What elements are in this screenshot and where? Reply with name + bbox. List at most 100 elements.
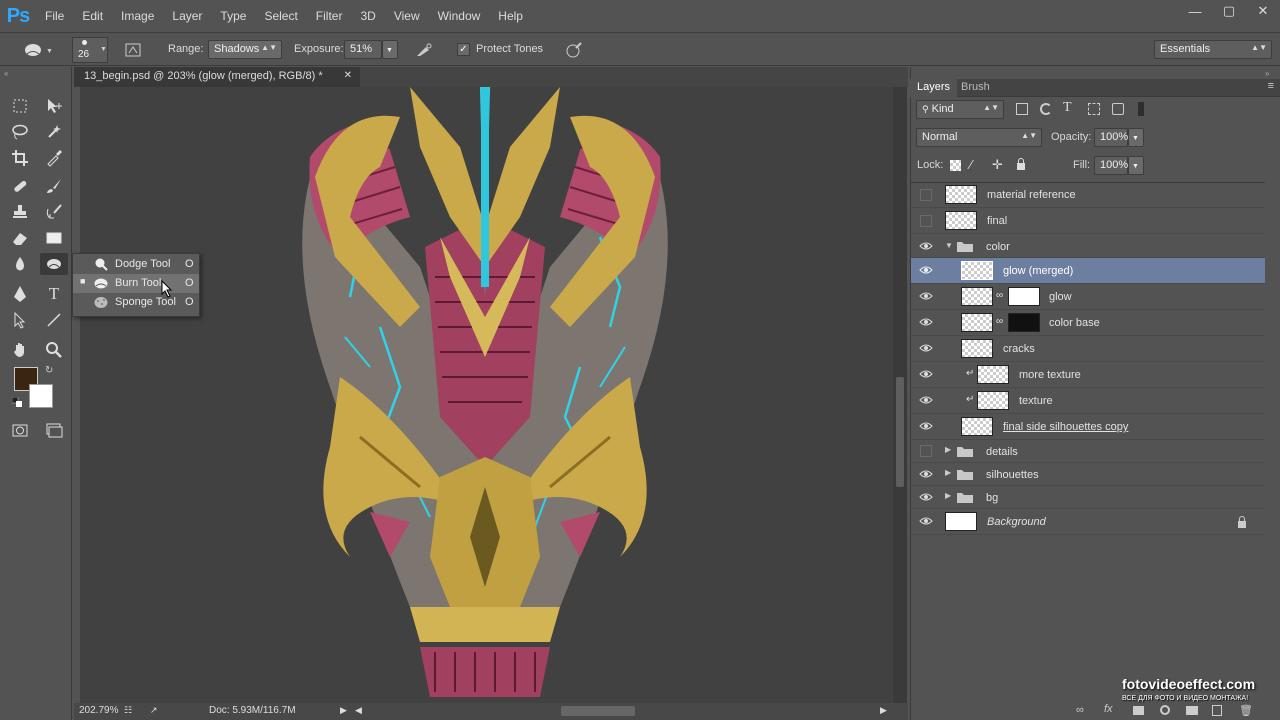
collapsed-triangle-icon[interactable]: ▶ xyxy=(945,468,955,478)
layer-material-reference[interactable]: material reference xyxy=(911,182,1265,208)
vertical-scrollbar[interactable] xyxy=(893,87,907,703)
clone-stamp-tool-icon[interactable] xyxy=(8,201,32,223)
background-color-swatch[interactable] xyxy=(29,384,53,408)
scroll-thumb[interactable] xyxy=(896,377,904,487)
layer-final-side-silhouettes-copy[interactable]: final side silhouettes copy xyxy=(911,414,1265,440)
add-mask-icon[interactable] xyxy=(1133,706,1144,715)
layer-color-base[interactable]: ∞ color base xyxy=(911,310,1265,336)
close-tab-icon[interactable]: ✕ xyxy=(344,70,352,81)
layer-group-bg[interactable]: ▶ bg xyxy=(911,486,1265,509)
layer-glow-merged[interactable]: glow (merged) xyxy=(911,258,1265,284)
mask-link-icon[interactable]: ∞ xyxy=(996,316,1003,327)
eye-icon[interactable] xyxy=(919,342,933,354)
flyout-item-burn-tool[interactable]: ■ Burn Tool O xyxy=(73,274,199,293)
visibility-off-box[interactable] xyxy=(920,189,932,201)
menu-edit[interactable]: Edit xyxy=(73,0,112,32)
lasso-tool-icon[interactable] xyxy=(8,121,32,143)
layer-texture[interactable]: ↵ texture xyxy=(911,388,1265,414)
healing-brush-tool-icon[interactable] xyxy=(8,175,32,197)
default-colors-icon[interactable] xyxy=(11,396,22,407)
layer-background[interactable]: Background xyxy=(911,509,1265,535)
line-tool-icon[interactable] xyxy=(42,309,66,331)
eraser-tool-icon[interactable] xyxy=(8,227,32,249)
menu-select[interactable]: Select xyxy=(255,0,306,32)
lock-transparent-icon[interactable] xyxy=(950,160,961,171)
quick-mask-icon[interactable] xyxy=(8,419,32,441)
new-group-icon[interactable] xyxy=(1186,706,1198,715)
exposure-slider-toggle[interactable]: ▼ xyxy=(382,40,398,59)
brush-tool-icon[interactable] xyxy=(42,175,66,197)
fx-icon[interactable]: fx xyxy=(1104,703,1113,715)
airbrush-icon[interactable] xyxy=(414,41,434,59)
type-tool-icon[interactable]: T xyxy=(42,283,66,305)
link-layers-icon[interactable]: ∞ xyxy=(1076,704,1084,716)
tool-preset-picker[interactable]: ▼ xyxy=(22,41,53,59)
new-layer-icon[interactable] xyxy=(1212,705,1222,716)
play-icon[interactable]: ▶ xyxy=(340,705,347,716)
lock-all-icon[interactable] xyxy=(1016,158,1026,170)
fill-slider-toggle[interactable]: ▼ xyxy=(1128,156,1144,175)
layer-group-details[interactable]: ▶ details xyxy=(911,440,1265,463)
menu-filter[interactable]: Filter xyxy=(307,0,352,32)
menu-view[interactable]: View xyxy=(385,0,429,32)
lock-pixels-brush-icon[interactable]: ∕ xyxy=(970,157,972,172)
collapse-arrows-icon[interactable]: « xyxy=(4,69,8,78)
pressure-size-icon[interactable] xyxy=(564,41,584,59)
eye-icon[interactable] xyxy=(919,491,933,503)
visibility-off-box[interactable] xyxy=(920,445,932,457)
hand-tool-icon[interactable] xyxy=(8,339,32,361)
eye-icon[interactable] xyxy=(919,290,933,302)
menu-3d[interactable]: 3D xyxy=(351,0,384,32)
layer-mask-thumbnail[interactable] xyxy=(1008,287,1040,306)
menu-file[interactable]: File xyxy=(36,0,73,32)
maximize-icon[interactable]: ▢ xyxy=(1212,0,1246,22)
expanded-triangle-icon[interactable]: ▼ xyxy=(945,241,955,251)
menu-image[interactable]: Image xyxy=(112,0,163,32)
scroll-left-icon[interactable]: ◀ xyxy=(355,705,362,716)
menu-type[interactable]: Type xyxy=(211,0,255,32)
eye-icon[interactable] xyxy=(919,515,933,527)
layer-cracks[interactable]: cracks xyxy=(911,336,1265,362)
eye-icon[interactable] xyxy=(919,264,933,276)
filter-toggle-icon[interactable] xyxy=(1138,102,1144,116)
horizontal-scroll-thumb[interactable] xyxy=(561,706,635,716)
layer-glow[interactable]: ∞ glow xyxy=(911,284,1265,310)
exposure-input[interactable]: 51% xyxy=(344,40,382,59)
gradient-tool-icon[interactable] xyxy=(42,227,66,249)
minimize-icon[interactable]: — xyxy=(1178,0,1212,22)
eye-icon[interactable] xyxy=(919,240,933,252)
export-icon[interactable]: ↗ xyxy=(150,705,158,716)
filter-smart-object-icon[interactable] xyxy=(1112,103,1124,115)
eyedropper-tool-icon[interactable] xyxy=(42,147,66,169)
opacity-slider-toggle[interactable]: ▼ xyxy=(1128,128,1144,147)
flyout-item-sponge-tool[interactable]: Sponge Tool O xyxy=(73,293,199,312)
close-icon[interactable]: ✕ xyxy=(1246,0,1280,22)
eye-icon[interactable] xyxy=(919,368,933,380)
zoom-tool-icon[interactable] xyxy=(42,339,66,361)
history-brush-tool-icon[interactable] xyxy=(42,201,66,223)
menu-help[interactable]: Help xyxy=(489,0,532,32)
share-icon[interactable]: ☷ xyxy=(124,705,132,716)
lock-position-icon[interactable]: ✛ xyxy=(992,157,1003,173)
brush-panel-toggle-icon[interactable] xyxy=(124,41,142,59)
quick-selection-tool-icon[interactable] xyxy=(42,121,66,143)
filter-adjustment-icon[interactable] xyxy=(1040,103,1052,115)
crop-tool-icon[interactable] xyxy=(8,147,32,169)
fill-input[interactable]: 100% xyxy=(1094,156,1128,175)
screen-mode-icon[interactable] xyxy=(42,419,66,441)
menu-layer[interactable]: Layer xyxy=(163,0,211,32)
protect-tones-checkbox[interactable]: ✓ xyxy=(457,43,470,56)
layer-group-color[interactable]: ▼ color xyxy=(911,234,1265,258)
move-tool-icon[interactable] xyxy=(42,95,66,117)
tab-layers[interactable]: Layers xyxy=(910,79,958,97)
layer-filter-select[interactable]: ⚲ Kind ▲▼ xyxy=(916,100,1004,119)
opacity-input[interactable]: 100% xyxy=(1094,128,1128,147)
mask-link-icon[interactable]: ∞ xyxy=(996,290,1003,301)
visibility-off-box[interactable] xyxy=(920,215,932,227)
blur-tool-icon[interactable] xyxy=(8,253,32,275)
filter-type-icon[interactable]: T xyxy=(1063,100,1072,116)
flyout-item-dodge-tool[interactable]: Dodge Tool O xyxy=(73,255,199,274)
burn-tool-icon[interactable] xyxy=(40,253,68,275)
eye-icon[interactable] xyxy=(919,468,933,480)
collapsed-triangle-icon[interactable]: ▶ xyxy=(945,491,955,501)
